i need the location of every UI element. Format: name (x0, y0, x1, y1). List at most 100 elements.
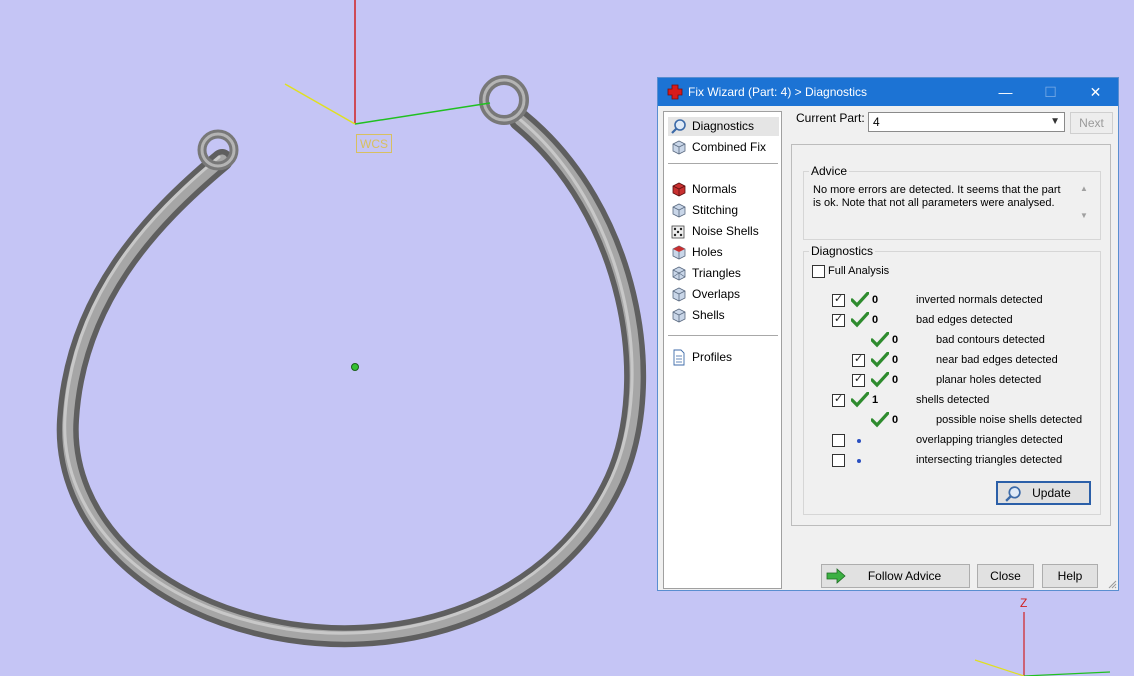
green-check-icon (851, 292, 869, 308)
pending-dot-icon (857, 439, 861, 443)
check-mark-icon: ✓ (834, 313, 844, 325)
orientation-axes (974, 612, 1111, 676)
nav-item-stitching[interactable]: Stitching (668, 201, 779, 220)
nav-item-noise-shells[interactable]: Noise Shells (668, 222, 779, 241)
wcs-axes (284, 0, 491, 125)
near-bad-edges-count: 0 (892, 354, 899, 366)
app-cross-icon (667, 84, 683, 100)
magnifier-icon (1005, 486, 1021, 502)
wizard-nav-panel: Diagnostics Combined Fix Normals Stitchi… (663, 111, 782, 589)
update-button[interactable]: Update (996, 481, 1091, 505)
noise-shells-count: 0 (892, 414, 899, 426)
bad-edges-count: 0 (872, 314, 879, 326)
cube-overlap-icon (672, 287, 686, 302)
nav-label-overlaps: Overlaps (692, 287, 741, 301)
green-check-icon (851, 312, 869, 328)
full-analysis-label: Full Analysis (828, 265, 890, 277)
check-mark-icon: ✓ (834, 393, 844, 405)
nav-item-overlaps[interactable]: Overlaps (668, 285, 779, 304)
dice-icon (671, 225, 685, 239)
current-part-value: 4 (873, 115, 880, 129)
overlapping-triangles-checkbox[interactable] (832, 434, 845, 447)
green-check-icon (851, 392, 869, 408)
green-check-icon (871, 332, 889, 348)
bad-edges-text: bad edges detected (916, 314, 1013, 326)
nav-label-noise-shells: Noise Shells (692, 224, 759, 238)
cube-red-icon (672, 182, 686, 197)
next-button[interactable]: Next (1070, 112, 1113, 134)
center-point-marker (351, 363, 359, 371)
overlapping-triangles-text: overlapping triangles detected (916, 434, 1063, 446)
update-label: Update (1032, 486, 1071, 500)
check-mark-icon: ✓ (854, 373, 864, 385)
nav-item-shells[interactable]: Shells (668, 306, 779, 325)
inverted-normals-checkbox[interactable]: ✓ (832, 293, 845, 307)
nav-item-normals[interactable]: Normals (668, 180, 779, 199)
green-check-icon (871, 372, 889, 388)
nav-label-profiles: Profiles (692, 350, 733, 364)
pending-dot-icon (857, 459, 861, 463)
nav-separator (668, 335, 778, 336)
nav-label-stitching: Stitching (692, 203, 739, 217)
planar-holes-checkbox[interactable]: ✓ (852, 373, 865, 387)
noise-shells-text: possible noise shells detected (936, 414, 1083, 426)
follow-advice-label: Follow Advice (867, 569, 942, 583)
intersecting-triangles-checkbox[interactable] (832, 454, 845, 467)
advice-scrollbar[interactable]: ▲ ▼ (1079, 184, 1089, 230)
follow-advice-button[interactable]: Follow Advice (821, 564, 970, 588)
maximize-button[interactable]: ☐ (1028, 78, 1073, 106)
cube-holes-icon (672, 245, 686, 260)
resize-grip-icon[interactable] (1107, 579, 1117, 589)
bad-contours-count: 0 (892, 334, 899, 346)
planar-holes-text: planar holes detected (936, 374, 1042, 386)
near-bad-edges-text: near bad edges detected (936, 354, 1058, 366)
help-button[interactable]: Help (1042, 564, 1098, 588)
shells-count: 1 (872, 394, 879, 406)
nav-item-triangles[interactable]: Triangles (668, 264, 779, 283)
bad-contours-text: bad contours detected (936, 334, 1045, 346)
bad-edges-checkbox[interactable]: ✓ (832, 313, 845, 327)
nav-item-holes[interactable]: Holes (668, 243, 779, 262)
minimize-button[interactable]: — (983, 78, 1028, 106)
nav-item-profiles[interactable]: Profiles (668, 348, 779, 367)
fix-wizard-dialog: Fix Wizard (Part: 4) > Diagnostics — ☐ ✕… (657, 77, 1119, 591)
shells-text: shells detected (916, 394, 990, 406)
planar-holes-count: 0 (892, 374, 899, 386)
inverted-normals-text: inverted normals detected (916, 294, 1043, 306)
cube-triangles-icon (672, 266, 686, 281)
advice-title: Advice (809, 164, 850, 178)
nav-label-triangles: Triangles (692, 266, 741, 280)
advice-box: No more errors are detected. It seems th… (807, 181, 1091, 239)
dialog-titlebar[interactable]: Fix Wizard (Part: 4) > Diagnostics — ☐ ✕ (658, 78, 1118, 106)
full-analysis-checkbox[interactable] (812, 265, 825, 278)
inverted-normals-count: 0 (872, 294, 879, 306)
near-bad-edges-checkbox[interactable]: ✓ (852, 353, 865, 367)
bracelet-model[interactable] (56, 75, 647, 648)
cube-stack-icon (672, 140, 686, 155)
magnifier-icon (671, 119, 686, 134)
wcs-label: WCS (356, 134, 392, 153)
cube-stitch-icon (672, 203, 686, 218)
axis-z-label: Z (1020, 596, 1028, 610)
chevron-down-icon: ▼ (1050, 116, 1060, 127)
current-part-label: Current Part: (796, 111, 865, 125)
nav-label-shells: Shells (692, 308, 725, 322)
nav-item-diagnostics[interactable]: Diagnostics (668, 117, 779, 136)
close-window-button[interactable]: ✕ (1073, 78, 1118, 106)
nav-item-combined-fix[interactable]: Combined Fix (668, 138, 779, 157)
advice-text: No more errors are detected. It seems th… (813, 184, 1061, 209)
check-mark-icon: ✓ (854, 353, 864, 365)
check-mark-icon: ✓ (834, 293, 844, 305)
nav-label-normals: Normals (692, 182, 737, 196)
shells-checkbox[interactable]: ✓ (832, 393, 845, 407)
intersecting-triangles-text: intersecting triangles detected (916, 454, 1063, 466)
document-icon (673, 349, 685, 366)
nav-label-combined-fix: Combined Fix (692, 140, 767, 154)
nav-label-diagnostics: Diagnostics (692, 119, 755, 133)
nav-separator (668, 163, 778, 164)
cube-shells-icon (672, 308, 686, 323)
green-check-icon (871, 352, 889, 368)
current-part-select[interactable]: 4 ▼ (868, 112, 1065, 132)
close-button[interactable]: Close (977, 564, 1034, 588)
dialog-title: Fix Wizard (Part: 4) > Diagnostics (688, 85, 868, 99)
